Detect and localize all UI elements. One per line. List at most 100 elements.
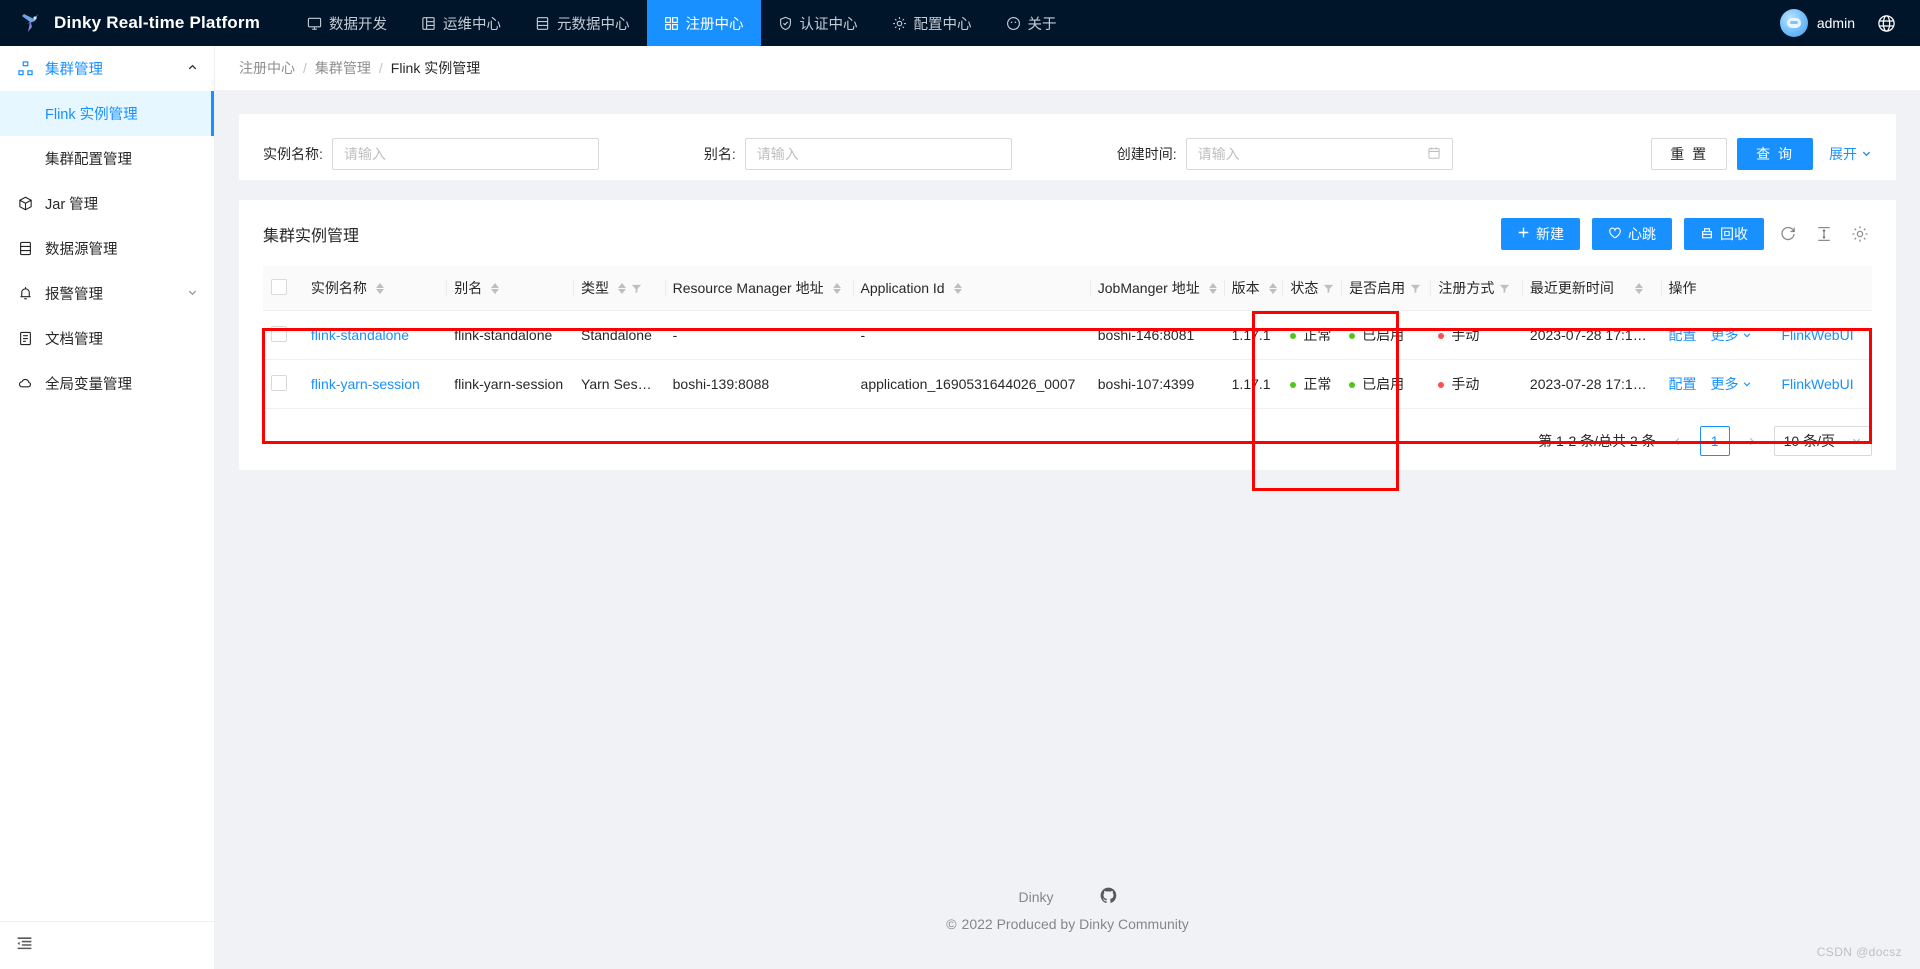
instance-name-link[interactable]: flink-yarn-session <box>311 376 420 392</box>
table-row[interactable]: flink-standalone flink-standalone Standa… <box>263 310 1872 360</box>
flink-webui-link[interactable]: FlinkWebUI <box>1782 376 1854 392</box>
sidebar-item-datasource-management[interactable]: 数据源管理 <box>0 226 214 271</box>
column-application-id[interactable]: Application Id <box>852 266 1090 311</box>
recycle-button[interactable]: 回收 <box>1684 218 1764 250</box>
more-dropdown[interactable]: 更多 <box>1711 325 1752 345</box>
footer-link-dinky[interactable]: Dinky <box>1018 889 1053 905</box>
sort-icon[interactable] <box>491 282 500 294</box>
register-type-label: 手动 <box>1451 376 1480 392</box>
column-register-type[interactable]: 注册方式 <box>1430 266 1522 311</box>
gear-icon[interactable] <box>1848 225 1872 243</box>
filter-field-create-time: 创建时间: 请输入 <box>1117 138 1453 170</box>
create-button[interactable]: 新建 <box>1501 218 1580 250</box>
sort-icon[interactable] <box>1208 282 1217 294</box>
status-label: 正常 <box>1303 327 1332 343</box>
filter-icon[interactable] <box>1323 283 1334 294</box>
cell-instance-name: flink-standalone <box>302 310 447 360</box>
sidebar-item-document-management[interactable]: 文档管理 <box>0 316 214 361</box>
input-placeholder: 请输入 <box>1197 146 1240 162</box>
nav-item-ops-center[interactable]: 运维中心 <box>404 0 518 46</box>
chevron-left-icon[interactable] <box>1665 428 1691 454</box>
reset-button[interactable]: 重 置 <box>1651 138 1728 170</box>
column-last-update-time[interactable]: 最近更新时间 <box>1521 266 1661 311</box>
nav-item-about[interactable]: 关于 <box>989 0 1074 46</box>
column-status[interactable]: 状态 <box>1282 266 1342 311</box>
nav-item-metadata-center[interactable]: 元数据中心 <box>518 0 647 46</box>
menu-fold-icon[interactable] <box>16 935 33 957</box>
chevron-up-icon <box>187 62 198 76</box>
expand-filters-button[interactable]: 展开 <box>1829 144 1872 164</box>
sidebar-item-cluster-config-management[interactable]: 集群配置管理 <box>0 136 214 181</box>
column-enabled[interactable]: 是否启用 <box>1341 266 1431 311</box>
sidebar-item-global-variable-management[interactable]: 全局变量管理 <box>0 361 214 406</box>
column-height-icon[interactable] <box>1812 225 1836 243</box>
breadcrumb-item-1[interactable]: 集群管理 <box>315 58 371 78</box>
filter-label: 实例名称: <box>263 146 323 162</box>
sort-icon[interactable] <box>375 282 384 294</box>
sort-icon[interactable] <box>1268 282 1277 294</box>
cell-jobmanager: boshi-107:4399 <box>1089 359 1224 409</box>
heartbeat-button[interactable]: 心跳 <box>1592 218 1672 250</box>
sidebar-item-flink-instance-management[interactable]: Flink 实例管理 <box>0 91 214 136</box>
nav-item-registry-center[interactable]: 注册中心 <box>646 0 761 46</box>
sort-icon[interactable] <box>1634 282 1643 294</box>
page-size-select[interactable]: 10 条/页 <box>1773 426 1872 456</box>
row-checkbox[interactable] <box>271 325 287 342</box>
query-button[interactable]: 查 询 <box>1737 138 1813 170</box>
cell-operations: 配置 更多 FlinkWebUI <box>1660 310 1872 360</box>
reload-icon[interactable] <box>1776 225 1800 243</box>
nav-item-label: 认证中心 <box>799 16 858 33</box>
content-area: 注册中心 / 集群管理 / Flink 实例管理 实例名称: 请输入 别名: 请… <box>215 46 1920 969</box>
select-all-checkbox[interactable] <box>271 278 287 295</box>
flink-webui-link[interactable]: FlinkWebUI <box>1782 327 1854 343</box>
user-menu[interactable]: admin <box>1779 9 1855 37</box>
cloud-icon <box>16 376 34 391</box>
column-instance-name[interactable]: 实例名称 <box>302 266 447 311</box>
column-alias[interactable]: 别名 <box>446 266 574 311</box>
nav-item-config-center[interactable]: 配置中心 <box>875 0 989 46</box>
sort-icon[interactable] <box>953 282 962 294</box>
register-type-dot <box>1438 333 1445 339</box>
sidebar-item-alert-management[interactable]: 报警管理 <box>0 271 214 316</box>
instance-name-link[interactable]: flink-standalone <box>311 327 409 343</box>
row-select-cell <box>263 310 303 360</box>
nav-item-data-dev[interactable]: 数据开发 <box>290 0 404 46</box>
sort-icon[interactable] <box>618 282 627 294</box>
filter-icon[interactable] <box>631 283 642 294</box>
instance-name-input[interactable]: 请输入 <box>331 138 599 170</box>
column-label: Application Id <box>860 280 945 296</box>
sidebar-item-label: Jar 管理 <box>45 197 99 213</box>
enabled-dot <box>1349 333 1356 339</box>
filter-icon[interactable] <box>1410 283 1421 294</box>
column-version[interactable]: 版本 <box>1223 266 1283 311</box>
top-navigation-bar: Dinky Real-time Platform 数据开发 运维中心 元数据中心… <box>0 0 1920 46</box>
row-checkbox[interactable] <box>271 374 287 391</box>
github-icon[interactable] <box>1100 887 1117 907</box>
config-link[interactable]: 配置 <box>1669 374 1697 394</box>
globe-icon[interactable] <box>1877 14 1896 33</box>
sidebar-item-jar-management[interactable]: Jar 管理 <box>0 181 214 226</box>
more-dropdown[interactable]: 更多 <box>1711 374 1752 394</box>
column-jobmanager-address[interactable]: JobManger 地址 <box>1089 266 1224 311</box>
sidebar-group-cluster-management[interactable]: 集群管理 <box>0 46 214 91</box>
enabled-label: 已启用 <box>1362 327 1405 343</box>
nav-item-auth-center[interactable]: 认证中心 <box>761 0 875 46</box>
column-resource-manager-address[interactable]: Resource Manager 地址 <box>664 266 853 311</box>
column-type[interactable]: 类型 <box>573 266 665 311</box>
page-number-1[interactable]: 1 <box>1699 426 1730 456</box>
sort-icon[interactable] <box>832 282 841 294</box>
alias-input[interactable]: 请输入 <box>744 138 1012 170</box>
table-row[interactable]: flink-yarn-session flink-yarn-session Ya… <box>263 359 1872 409</box>
logo-area[interactable]: Dinky Real-time Platform <box>0 10 260 36</box>
chevron-down-icon <box>187 287 198 301</box>
breadcrumb-item-0[interactable]: 注册中心 <box>239 58 295 78</box>
enabled-dot <box>1349 382 1356 388</box>
chevron-right-icon[interactable] <box>1739 428 1765 454</box>
config-link[interactable]: 配置 <box>1669 325 1697 345</box>
create-time-input[interactable]: 请输入 <box>1185 138 1453 170</box>
breadcrumb-separator: / <box>303 60 307 76</box>
info-circle-icon <box>1006 16 1021 31</box>
filter-icon[interactable] <box>1499 283 1510 294</box>
column-label: 注册方式 <box>1438 280 1495 296</box>
sidebar-item-label: 数据源管理 <box>45 242 118 258</box>
